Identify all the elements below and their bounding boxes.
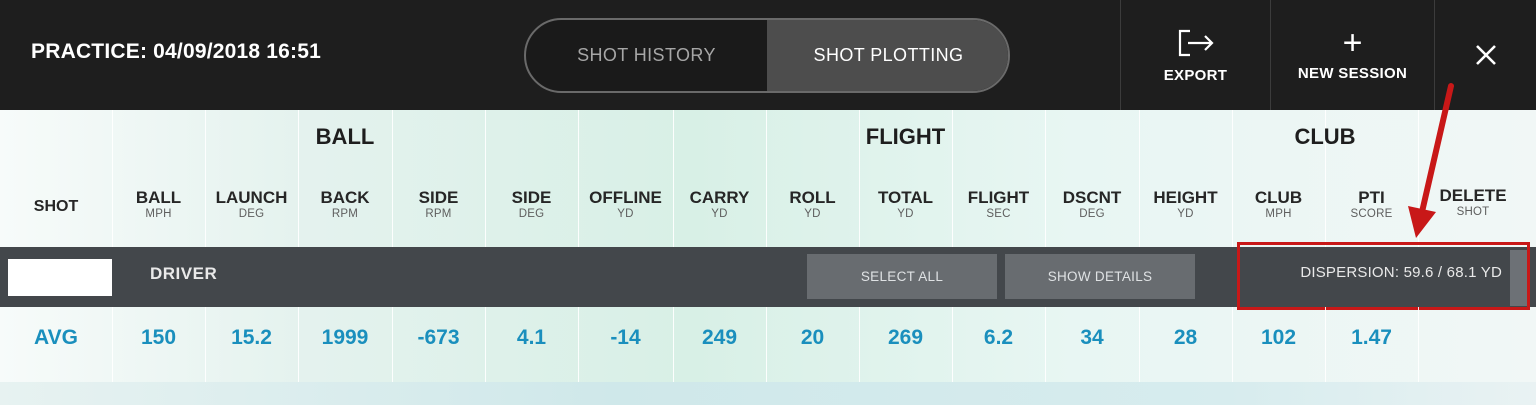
column-divider (205, 110, 206, 247)
column-divider (485, 110, 486, 247)
column-header-unit: RPM (331, 208, 359, 220)
avg-total: 269 (887, 326, 924, 349)
column-divider (952, 110, 953, 247)
column-divider (392, 110, 393, 247)
avg-pti-score: 1.47 (1351, 326, 1392, 349)
avg-roll: 20 (800, 326, 825, 349)
column-header-offline[interactable]: OFFLINE YD (578, 188, 673, 221)
avg-carry: 249 (701, 326, 738, 349)
avg-club-speed: 102 (1260, 326, 1297, 349)
new-session-label: NEW SESSION (1297, 64, 1408, 82)
column-divider (578, 110, 579, 247)
column-header-label: HEIGHT (1153, 188, 1218, 207)
column-header-label: LAUNCH (215, 188, 288, 207)
column-header-unit: DEG (238, 208, 265, 220)
avg-row-label: AVG (34, 326, 78, 349)
column-header-unit: YD (804, 208, 821, 220)
show-details-button[interactable]: SHOW DETAILS (1005, 254, 1195, 299)
avg-descent-angle: 34 (1080, 326, 1104, 349)
avg-back-spin: 1999 (321, 326, 369, 349)
column-header-unit: MPH (145, 208, 172, 220)
export-button[interactable]: EXPORT (1120, 0, 1270, 110)
column-header-unit: SCORE (1350, 208, 1393, 220)
column-divider (112, 110, 113, 247)
column-header-carry[interactable]: CARRY YD (673, 188, 766, 221)
column-header-label: ROLL (789, 188, 836, 207)
column-header-roll[interactable]: ROLL YD (766, 188, 859, 221)
column-divider (766, 110, 767, 247)
export-label: EXPORT (1163, 66, 1228, 84)
column-divider (673, 110, 674, 247)
column-header-label: DELETE (1439, 186, 1507, 205)
column-header-label: OFFLINE (589, 188, 662, 207)
avg-height: 28 (1173, 326, 1198, 349)
column-header-unit: RPM (425, 208, 452, 220)
column-header-unit: YD (897, 208, 914, 220)
column-header-unit: DEG (518, 208, 545, 220)
avg-offline: -14 (610, 326, 641, 349)
column-header-unit: YD (711, 208, 728, 220)
column-divider (1418, 110, 1419, 247)
group-header-club: CLUB (1294, 124, 1356, 149)
group-header-flight: FLIGHT (865, 124, 946, 149)
top-bar: PRACTICE: 04/09/2018 16:51 SHOT HISTORY … (0, 0, 1536, 110)
column-header-unit: SEC (986, 208, 1011, 220)
column-header-label: PTI (1358, 188, 1385, 207)
column-header-label: SIDE (511, 188, 552, 207)
column-header-total[interactable]: TOTAL YD (859, 188, 952, 221)
avg-side-spin: -673 (417, 326, 460, 349)
column-divider (1045, 110, 1046, 247)
column-header-unit: YD (1177, 208, 1194, 220)
club-color-swatch[interactable] (8, 259, 112, 296)
column-header-ball-speed[interactable]: BALL MPH (112, 188, 205, 221)
close-icon (1475, 45, 1496, 65)
column-header-label: BALL (135, 188, 182, 207)
column-header-unit: MPH (1265, 208, 1292, 220)
column-header-club-speed[interactable]: CLUB MPH (1232, 188, 1325, 221)
new-session-button[interactable]: + NEW SESSION (1270, 0, 1434, 110)
column-header-pti-score[interactable]: PTI SCORE (1325, 188, 1418, 221)
tab-shot-history[interactable]: SHOT HISTORY (526, 20, 767, 91)
annotation-highlight-box (1237, 242, 1530, 310)
column-header-label: FLIGHT (967, 188, 1030, 207)
avg-launch-angle: 15.2 (231, 326, 272, 349)
avg-ball-speed: 150 (140, 326, 177, 349)
column-header-unit: YD (617, 208, 634, 220)
column-header-label: CARRY (689, 188, 750, 207)
export-icon (1178, 29, 1214, 56)
select-all-button[interactable]: SELECT ALL (807, 254, 997, 299)
column-header-descent-angle[interactable]: DSCNT DEG (1045, 188, 1139, 221)
avg-side-angle: 4.1 (516, 326, 547, 349)
column-header-shot: SHOT (33, 198, 79, 215)
column-divider (1232, 110, 1233, 247)
group-header-ball: BALL (315, 124, 375, 149)
column-header-label: DSCNT (1062, 188, 1122, 207)
column-header-unit: DEG (1079, 208, 1105, 220)
avg-flight-time: 6.2 (983, 326, 1014, 349)
column-header-label: BACK (320, 188, 370, 207)
column-header-back-spin[interactable]: BACK RPM (298, 188, 392, 221)
column-divider (1139, 110, 1140, 247)
column-header-label: SIDE (418, 188, 459, 207)
session-title: PRACTICE: 04/09/2018 16:51 (31, 40, 322, 63)
column-header-unit: SHOT (1456, 206, 1490, 218)
column-header-side-angle[interactable]: SIDE DEG (485, 188, 578, 221)
club-name: DRIVER (150, 264, 218, 283)
close-button[interactable] (1434, 0, 1536, 110)
column-header-label: CLUB (1254, 188, 1303, 207)
column-header-launch-angle[interactable]: LAUNCH DEG (205, 188, 298, 221)
view-toggle: SHOT HISTORY SHOT PLOTTING (524, 18, 1010, 93)
column-header-flight-time[interactable]: FLIGHT SEC (952, 188, 1045, 221)
column-header-label: TOTAL (877, 188, 934, 207)
next-row-band (0, 382, 1536, 405)
tab-shot-plotting[interactable]: SHOT PLOTTING (767, 20, 1008, 91)
column-header-delete-shot: DELETE SHOT (1418, 186, 1528, 219)
plus-icon: + (1342, 23, 1363, 62)
column-header-side-spin[interactable]: SIDE RPM (392, 188, 485, 221)
column-header-height[interactable]: HEIGHT YD (1139, 188, 1232, 221)
